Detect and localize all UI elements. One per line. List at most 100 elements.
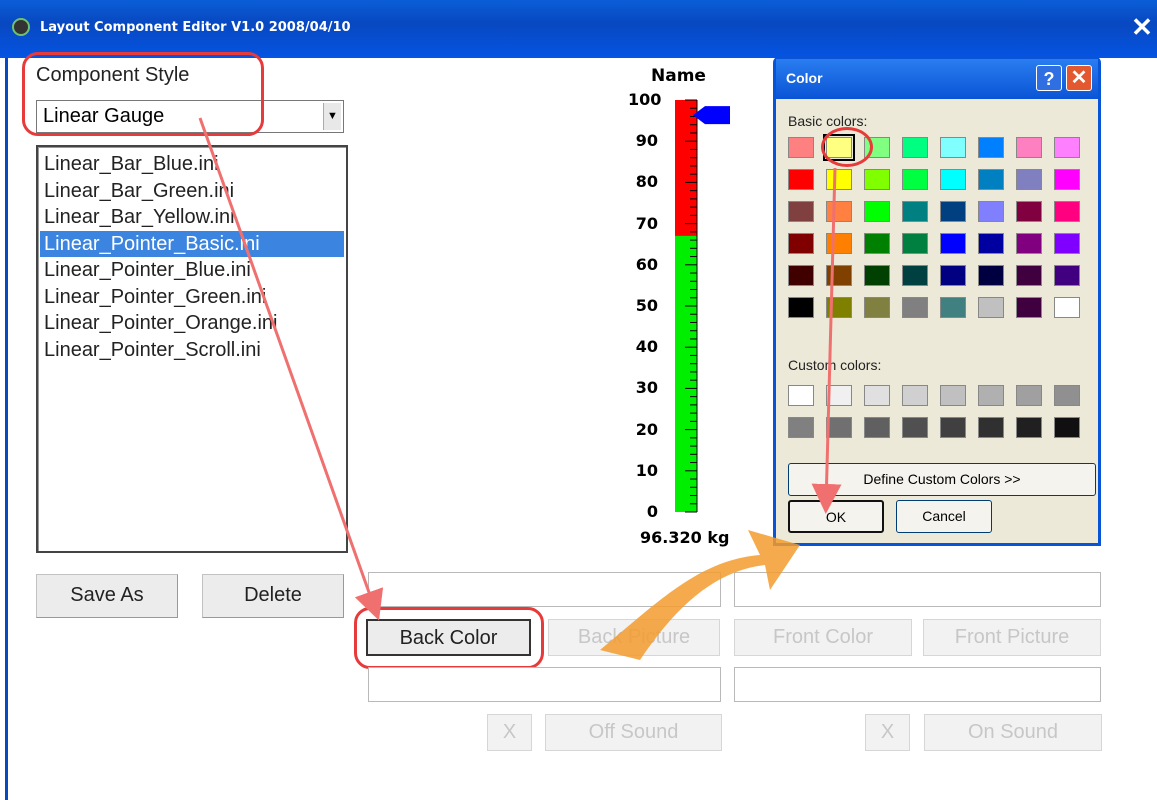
basic-color-swatch[interactable] bbox=[978, 265, 1004, 286]
clear-off-sound-button[interactable]: X bbox=[487, 714, 532, 751]
on-sound-button[interactable]: On Sound bbox=[924, 714, 1102, 751]
basic-color-swatch[interactable] bbox=[864, 201, 890, 222]
basic-color-swatch[interactable] bbox=[1054, 169, 1080, 190]
list-item[interactable]: Linear_Bar_Yellow.ini bbox=[40, 204, 344, 231]
custom-color-swatch[interactable] bbox=[940, 385, 966, 406]
basic-color-swatch[interactable] bbox=[940, 265, 966, 286]
basic-color-swatch[interactable] bbox=[940, 169, 966, 190]
back-picture-button[interactable]: Back Picture bbox=[548, 619, 720, 656]
clear-on-sound-button[interactable]: X bbox=[865, 714, 910, 751]
basic-color-swatch[interactable] bbox=[978, 169, 1004, 190]
custom-color-swatch[interactable] bbox=[1054, 385, 1080, 406]
front-picture-button[interactable]: Front Picture bbox=[923, 619, 1101, 656]
basic-color-swatch[interactable] bbox=[864, 233, 890, 254]
off-sound-button[interactable]: Off Sound bbox=[545, 714, 722, 751]
custom-color-swatch[interactable] bbox=[864, 385, 890, 406]
custom-color-swatch[interactable] bbox=[864, 417, 890, 438]
front-color-button[interactable]: Front Color bbox=[734, 619, 912, 656]
help-icon[interactable]: ? bbox=[1036, 65, 1062, 91]
gauge-tick-label: 40 bbox=[635, 337, 658, 357]
custom-color-swatch[interactable] bbox=[902, 385, 928, 406]
basic-color-swatch[interactable] bbox=[1016, 265, 1042, 286]
basic-colors-label: Basic colors: bbox=[788, 113, 868, 129]
dropdown-arrow-icon[interactable]: ▼ bbox=[323, 103, 341, 130]
highlight-component-style bbox=[22, 52, 264, 136]
custom-color-swatch[interactable] bbox=[1016, 385, 1042, 406]
basic-color-swatch[interactable] bbox=[864, 169, 890, 190]
basic-color-swatch[interactable] bbox=[902, 201, 928, 222]
custom-color-swatch[interactable] bbox=[826, 385, 852, 406]
linear-gauge bbox=[675, 99, 730, 513]
basic-color-swatch[interactable] bbox=[1016, 233, 1042, 254]
basic-color-swatch[interactable] bbox=[940, 137, 966, 158]
list-item[interactable]: Linear_Bar_Blue.ini bbox=[40, 151, 344, 178]
component-file-list[interactable]: Linear_Bar_Blue.ini Linear_Bar_Green.ini… bbox=[36, 145, 348, 553]
cancel-button[interactable]: Cancel bbox=[896, 500, 992, 533]
front-color-field[interactable] bbox=[734, 572, 1101, 607]
list-item[interactable]: Linear_Pointer_Scroll.ini bbox=[40, 337, 344, 364]
basic-color-swatch[interactable] bbox=[864, 265, 890, 286]
save-as-button[interactable]: Save As bbox=[36, 574, 178, 618]
off-sound-field[interactable] bbox=[368, 667, 721, 702]
basic-color-swatch[interactable] bbox=[978, 233, 1004, 254]
basic-color-swatch[interactable] bbox=[826, 169, 852, 190]
basic-color-swatch[interactable] bbox=[864, 297, 890, 318]
dialog-close-button[interactable]: ✕ bbox=[1066, 65, 1092, 91]
custom-color-swatch[interactable] bbox=[788, 417, 814, 438]
gauge-tick-label: 20 bbox=[635, 419, 658, 439]
basic-color-swatch[interactable] bbox=[826, 297, 852, 318]
basic-color-swatch[interactable] bbox=[978, 201, 1004, 222]
basic-color-swatch[interactable] bbox=[902, 233, 928, 254]
basic-color-swatch[interactable] bbox=[788, 201, 814, 222]
custom-color-swatch[interactable] bbox=[902, 417, 928, 438]
custom-color-swatch[interactable] bbox=[1016, 417, 1042, 438]
custom-color-swatch[interactable] bbox=[1054, 417, 1080, 438]
custom-color-swatch[interactable] bbox=[788, 385, 814, 406]
basic-color-swatch[interactable] bbox=[1054, 265, 1080, 286]
basic-color-swatch[interactable] bbox=[902, 169, 928, 190]
list-item[interactable]: Linear_Pointer_Green.ini bbox=[40, 284, 344, 311]
list-item[interactable]: Linear_Pointer_Orange.ini bbox=[40, 310, 344, 337]
basic-color-swatch[interactable] bbox=[788, 169, 814, 190]
window-close-button[interactable]: ✕ bbox=[1128, 11, 1156, 43]
basic-color-swatch[interactable] bbox=[826, 233, 852, 254]
highlight-selected-swatch bbox=[821, 127, 873, 167]
basic-color-swatch[interactable] bbox=[1016, 137, 1042, 158]
on-sound-field[interactable] bbox=[734, 667, 1101, 702]
basic-color-swatch[interactable] bbox=[978, 137, 1004, 158]
basic-color-swatch[interactable] bbox=[1054, 137, 1080, 158]
basic-color-swatch[interactable] bbox=[1016, 169, 1042, 190]
basic-color-swatch[interactable] bbox=[788, 233, 814, 254]
list-item[interactable]: Linear_Bar_Green.ini bbox=[40, 178, 344, 205]
ok-button[interactable]: OK bbox=[788, 500, 884, 533]
gauge-tick-label: 90 bbox=[635, 131, 658, 151]
basic-color-swatch[interactable] bbox=[1054, 297, 1080, 318]
back-color-field[interactable] bbox=[368, 572, 721, 607]
basic-color-swatch[interactable] bbox=[940, 201, 966, 222]
basic-color-swatch[interactable] bbox=[826, 201, 852, 222]
highlight-back-color bbox=[354, 607, 544, 669]
basic-color-swatch[interactable] bbox=[788, 137, 814, 158]
delete-button[interactable]: Delete bbox=[202, 574, 344, 618]
basic-color-swatch[interactable] bbox=[902, 265, 928, 286]
basic-color-swatch[interactable] bbox=[902, 137, 928, 158]
basic-color-swatch[interactable] bbox=[788, 265, 814, 286]
basic-color-swatch[interactable] bbox=[788, 297, 814, 318]
basic-color-swatch[interactable] bbox=[940, 297, 966, 318]
basic-color-swatch[interactable] bbox=[1054, 201, 1080, 222]
gauge-tick-label: 0 bbox=[646, 502, 658, 521]
custom-color-swatch[interactable] bbox=[826, 417, 852, 438]
basic-color-swatch[interactable] bbox=[1016, 297, 1042, 318]
custom-color-swatch[interactable] bbox=[940, 417, 966, 438]
custom-color-swatch[interactable] bbox=[978, 417, 1004, 438]
basic-color-swatch[interactable] bbox=[1016, 201, 1042, 222]
custom-color-swatch[interactable] bbox=[978, 385, 1004, 406]
basic-color-swatch[interactable] bbox=[1054, 233, 1080, 254]
list-item-selected[interactable]: Linear_Pointer_Basic.ini bbox=[40, 230, 344, 257]
basic-color-swatch[interactable] bbox=[826, 265, 852, 286]
basic-color-swatch[interactable] bbox=[940, 233, 966, 254]
list-item[interactable]: Linear_Pointer_Blue.ini bbox=[40, 257, 344, 284]
basic-color-swatch[interactable] bbox=[978, 297, 1004, 318]
define-custom-colors-button[interactable]: Define Custom Colors >> bbox=[788, 463, 1096, 496]
basic-color-swatch[interactable] bbox=[902, 297, 928, 318]
